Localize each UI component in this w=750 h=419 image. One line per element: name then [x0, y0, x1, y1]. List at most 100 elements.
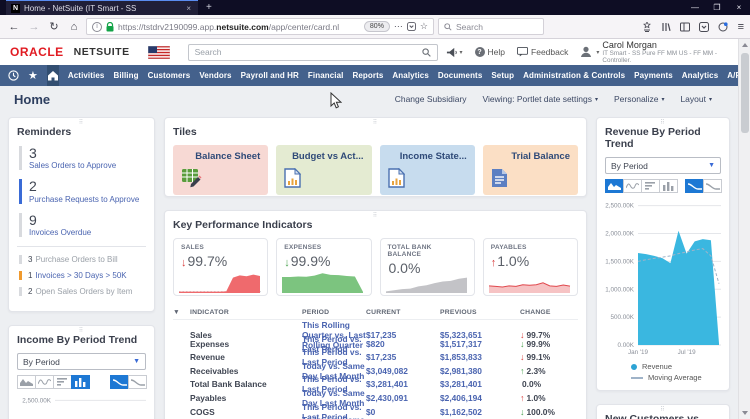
nav-item-setup[interactable]: Setup [491, 71, 514, 80]
scroll-up-arrow[interactable] [739, 39, 750, 51]
revenue-trend-chart[interactable]: 2,500.00K2,000.00K1,500.00K1,000.00K500.… [605, 199, 721, 358]
kpi-card-payables[interactable]: PAYABLES ↑1.0% [483, 238, 578, 296]
reminder-purchase-orders-bill[interactable]: 3Purchase Orders to Bill [19, 255, 146, 264]
nav-item-admin-controls[interactable]: Administration & Controls [523, 71, 625, 80]
forward-button[interactable]: → [26, 21, 42, 33]
reminder-invoices-30-days[interactable]: 1Invoices > 30 Days > 50K [19, 271, 146, 280]
reminder-open-sales-orders[interactable]: 2Open Sales Orders by Item [19, 287, 146, 296]
table-row-total-bank-balance[interactable]: Total Bank Balance This Period vs. Last … [173, 374, 578, 388]
nav-item-payments[interactable]: Payments [634, 71, 673, 80]
tile-budget-vs-actual[interactable]: Budget vs Act... [276, 145, 371, 195]
table-row-cogs[interactable]: COGS This Period vs. Last Period $0 $1,1… [173, 402, 578, 416]
chart-type-hbar-button[interactable] [641, 179, 660, 193]
nav-item-documents[interactable]: Documents [438, 71, 482, 80]
account-icon[interactable] [642, 22, 652, 32]
table-row-revenue[interactable]: Revenue This Period vs. Last Period $17,… [173, 347, 578, 361]
kpi-card-total-bank-balance[interactable]: TOTAL BANK BALANCE 0.0% [380, 238, 475, 296]
pocket-icon[interactable] [407, 22, 416, 31]
nav-item-vendors[interactable]: Vendors [199, 71, 231, 80]
moving-average-off-button[interactable] [703, 179, 722, 193]
tiles-title: Tiles [173, 126, 578, 138]
search-icon [444, 23, 452, 31]
site-info-icon[interactable]: i [92, 22, 102, 32]
zoom-level-badge[interactable]: 80% [364, 21, 390, 32]
income-trend-chart[interactable]: 2,500.00K2,000.00K1,500.00K [17, 395, 146, 419]
container-extension-icon[interactable] [718, 22, 728, 32]
kpi-portlet: ⠿ Key Performance Indicators SALES ↓99.7… [164, 210, 587, 419]
scrollbar-thumb[interactable] [741, 53, 749, 133]
pocket-extension-icon[interactable] [699, 22, 709, 32]
table-row-receivables[interactable]: Receivables Today vs. Same Day Last Mont… [173, 361, 578, 375]
layout-menu[interactable]: Layout▾ [680, 94, 712, 104]
sales-sparkline [179, 271, 262, 293]
feedback-link[interactable]: Feedback [517, 47, 568, 57]
browser-tab[interactable]: N Home - NetSuite (IT Smart - SS × [6, 0, 198, 15]
income-period-select[interactable]: By Period ▼ [17, 353, 146, 370]
nav-item-reports[interactable]: Reports [352, 71, 383, 80]
table-row-payables[interactable]: Payables Today vs. Same Day Last Month $… [173, 388, 578, 402]
chart-type-area-button[interactable] [17, 375, 36, 389]
kpi-card-expenses[interactable]: EXPENSES ↓99.9% [276, 238, 371, 296]
window-close-button[interactable]: × [728, 3, 750, 12]
library-icon[interactable] [661, 22, 671, 32]
home-tab-icon[interactable] [47, 65, 59, 86]
kpi-card-sales[interactable]: SALES ↓99.7% [173, 238, 268, 296]
moving-average-on-button[interactable] [685, 179, 704, 193]
recent-records-icon[interactable] [8, 70, 19, 81]
portlet-drag-handle[interactable]: ⠿ [79, 327, 84, 334]
reminder-invoices-overdue[interactable]: 9 Invoices Overdue [19, 213, 146, 237]
global-search-input[interactable]: Search [188, 44, 438, 61]
browser-toolbar: ← → ↻ ⌂ i https://tstdrv2190099.app.nets… [0, 15, 750, 39]
bookmark-star-icon[interactable]: ☆ [420, 21, 428, 32]
portlet-drag-handle[interactable]: ⠿ [373, 119, 378, 126]
tile-trial-balance[interactable]: Trial Balance [483, 145, 578, 195]
nav-item-analytics-2[interactable]: Analytics [682, 71, 718, 80]
tab-close-icon[interactable]: × [184, 4, 193, 13]
portlet-drag-handle[interactable]: ⠿ [660, 119, 665, 126]
browser-home-button[interactable]: ⌂ [66, 21, 82, 33]
menu-icon[interactable]: ≡ [738, 21, 744, 33]
page-actions-icon[interactable]: ⋯ [394, 21, 403, 32]
nav-item-financial[interactable]: Financial [308, 71, 344, 80]
tile-income-statement[interactable]: Income State... [380, 145, 475, 195]
table-row-sales[interactable]: Sales This Rolling Quarter vs. Last Roll… [173, 320, 578, 334]
nav-item-activities[interactable]: Activities [68, 71, 105, 80]
scroll-down-arrow[interactable] [739, 407, 750, 419]
change-subsidiary-link[interactable]: Change Subsidiary [395, 94, 467, 104]
portlet-drag-handle[interactable]: ⠿ [660, 406, 665, 413]
page-scrollbar[interactable] [738, 39, 750, 419]
revenue-period-select[interactable]: By Period ▼ [605, 157, 721, 174]
back-button[interactable]: ← [6, 21, 22, 33]
new-tab-button[interactable]: + [198, 0, 220, 15]
chart-type-hbar-button[interactable] [53, 375, 72, 389]
tile-balance-sheet[interactable]: Balance Sheet [173, 145, 268, 195]
portlet-drag-handle[interactable]: ⠿ [373, 212, 378, 219]
table-filter-icon[interactable]: ▼ [173, 309, 190, 316]
quick-add-button[interactable]: ▾ [446, 47, 463, 58]
shortcuts-star-icon[interactable]: ★ [28, 69, 38, 82]
sidebar-icon[interactable] [680, 22, 690, 32]
nav-item-billing[interactable]: Billing [113, 71, 138, 80]
chart-type-vbar-button[interactable] [659, 179, 678, 193]
user-menu[interactable]: ▾ Carol Morgan IT Smart - SS Pure FF MM … [580, 40, 726, 65]
nav-item-customers[interactable]: Customers [148, 71, 191, 80]
window-restore-button[interactable]: ❐ [706, 3, 728, 12]
nav-item-analytics[interactable]: Analytics [392, 71, 428, 80]
chart-type-area-button-active[interactable] [605, 179, 624, 193]
reminder-sales-orders-approve[interactable]: 3 Sales Orders to Approve [19, 146, 146, 170]
address-bar[interactable]: i https://tstdrv2190099.app.netsuite.com… [86, 18, 434, 35]
portlet-drag-handle[interactable]: ⠿ [79, 119, 84, 126]
chart-type-line-button[interactable] [35, 375, 54, 389]
reminder-purchase-requests-approve[interactable]: 2 Purchase Requests to Approve [19, 179, 146, 203]
moving-average-on-button[interactable] [110, 375, 129, 389]
viewing-portlet-date-settings[interactable]: Viewing: Portlet date settings▾ [483, 94, 598, 104]
browser-search-box[interactable]: Search [438, 18, 544, 35]
reload-button[interactable]: ↻ [46, 20, 62, 33]
moving-average-off-button[interactable] [128, 375, 147, 389]
nav-item-payroll-hr[interactable]: Payroll and HR [241, 71, 299, 80]
help-link[interactable]: ? Help [475, 47, 505, 57]
chart-type-line-button[interactable] [623, 179, 642, 193]
personalize-menu[interactable]: Personalize▾ [614, 94, 664, 104]
window-minimize-button[interactable]: — [684, 3, 706, 12]
chart-type-vbar-button-active[interactable] [71, 375, 90, 389]
